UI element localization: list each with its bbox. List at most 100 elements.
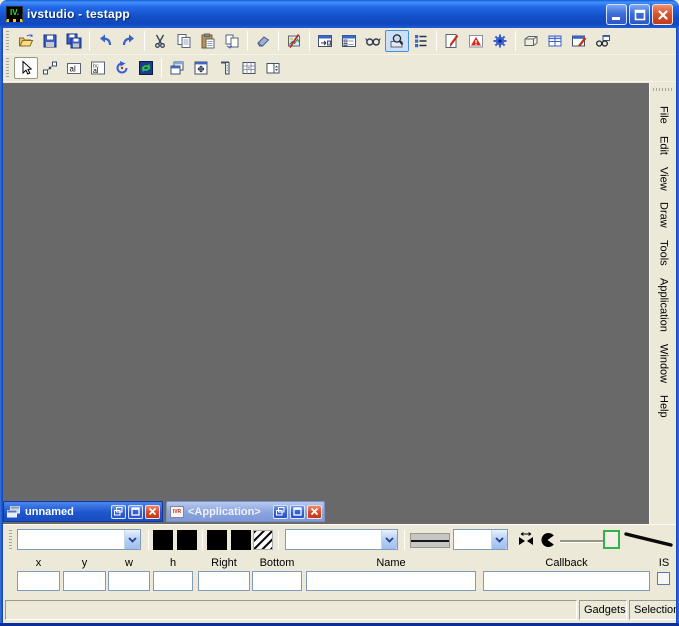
tree-view-button[interactable]: [409, 30, 433, 52]
table-panel-button[interactable]: [237, 57, 261, 79]
background-color-swatch[interactable]: [177, 530, 197, 550]
slider-track[interactable]: [560, 540, 608, 542]
combo-value: [286, 530, 381, 549]
paste-clipboard-icon: [200, 33, 216, 49]
test-image-button[interactable]: [282, 30, 306, 52]
titlebar[interactable]: IV. ivstudio - testapp: [0, 0, 679, 28]
grid-button[interactable]: [543, 30, 567, 52]
h-label: h: [153, 557, 193, 569]
settings-button[interactable]: [488, 30, 512, 52]
x-field[interactable]: [17, 571, 60, 591]
arc-pie-icon[interactable]: [539, 531, 557, 549]
column-panel-button[interactable]: [213, 57, 237, 79]
slider-thumb[interactable]: [603, 530, 620, 549]
duplicate-button[interactable]: [220, 30, 244, 52]
edit-dialog-button[interactable]: [567, 30, 591, 52]
save-all-button[interactable]: [62, 30, 86, 52]
open-button[interactable]: [14, 30, 38, 52]
separator: [148, 530, 149, 550]
y-field[interactable]: [63, 571, 106, 591]
menu-edit[interactable]: Edit: [658, 136, 669, 155]
minimize-button[interactable]: [606, 4, 627, 25]
menu-application[interactable]: Application: [658, 278, 669, 332]
container-button[interactable]: [519, 30, 543, 52]
foreground-color-swatch[interactable]: [153, 530, 173, 550]
split-panel-button[interactable]: [261, 57, 285, 79]
rotate-tool-button[interactable]: [110, 57, 134, 79]
maximize-button[interactable]: [128, 505, 143, 519]
line-width-preview[interactable]: [623, 529, 675, 551]
chevron-down-icon[interactable]: [491, 530, 507, 549]
attribute-panel: x y w h Right Bottom Name Callback IS: [3, 524, 676, 598]
design-canvas[interactable]: unnamed IVR <Application>: [3, 83, 649, 524]
separator: [436, 31, 437, 51]
app-icon: IV.: [6, 6, 23, 22]
restore-button[interactable]: [273, 505, 288, 519]
save-button[interactable]: [38, 30, 62, 52]
maximize-button[interactable]: [290, 505, 305, 519]
fill-color-swatch[interactable]: [207, 530, 227, 550]
error-log-icon: [468, 33, 484, 49]
bottom-field[interactable]: [252, 571, 302, 591]
border-color-swatch[interactable]: [231, 530, 251, 550]
menu-tools[interactable]: Tools: [658, 240, 669, 266]
arrow-marker-icon[interactable]: [517, 531, 535, 549]
cut-button[interactable]: [148, 30, 172, 52]
right-field[interactable]: [198, 571, 250, 591]
name-field[interactable]: [306, 571, 476, 591]
attribute-combo[interactable]: [17, 529, 141, 550]
menu-draw[interactable]: Draw: [658, 202, 669, 228]
is-checkbox[interactable]: [657, 572, 670, 585]
multi-label-tool-button[interactable]: bcal: [86, 57, 110, 79]
line-style-preview[interactable]: [410, 533, 450, 548]
combo-value: [454, 530, 491, 549]
refresh-tool-button[interactable]: [134, 57, 158, 79]
h-field[interactable]: [153, 571, 193, 591]
pattern-swatch[interactable]: [253, 530, 273, 550]
main-toolbar: [3, 28, 676, 55]
menu-help[interactable]: Help: [658, 395, 669, 418]
select-tool-button[interactable]: [14, 57, 38, 79]
menu-view[interactable]: View: [658, 167, 669, 191]
ivr-document-icon: IVR: [170, 506, 184, 518]
callback-field[interactable]: [483, 571, 650, 591]
close-button[interactable]: [307, 505, 322, 519]
close-button[interactable]: [145, 505, 160, 519]
svg-text:al: al: [70, 65, 76, 74]
close-button[interactable]: [652, 4, 673, 25]
inspect-button[interactable]: [385, 30, 409, 52]
chevron-down-icon[interactable]: [381, 530, 397, 549]
toolbar-grip[interactable]: [6, 58, 9, 78]
restore-button[interactable]: [111, 505, 126, 519]
undo-button[interactable]: [93, 30, 117, 52]
chevron-down-icon[interactable]: [124, 530, 140, 549]
font-combo[interactable]: [285, 529, 398, 550]
menu-file[interactable]: File: [658, 106, 669, 124]
fit-window-icon: [193, 60, 209, 76]
fit-window-button[interactable]: [189, 57, 213, 79]
edit-source-button[interactable]: [440, 30, 464, 52]
child-window-application[interactable]: IVR <Application>: [166, 501, 325, 522]
dialog-properties-button[interactable]: [337, 30, 361, 52]
error-log-button[interactable]: [464, 30, 488, 52]
panel-grip[interactable]: [9, 530, 12, 550]
find-button[interactable]: [361, 30, 385, 52]
toolbar-grip[interactable]: [6, 31, 9, 51]
dialog-preview-button[interactable]: [313, 30, 337, 52]
label-tool-button[interactable]: al: [62, 57, 86, 79]
menu-window[interactable]: Window: [658, 344, 669, 383]
menubar-grip[interactable]: [653, 88, 673, 91]
maximize-button[interactable]: [629, 4, 650, 25]
find-dialog-button[interactable]: [591, 30, 615, 52]
line-style-combo[interactable]: [453, 529, 508, 550]
redo-button[interactable]: [117, 30, 141, 52]
child-window-unnamed[interactable]: unnamed: [3, 501, 163, 522]
w-field[interactable]: [108, 571, 150, 591]
node-edit-tool-button[interactable]: [38, 57, 62, 79]
maximize-icon: [292, 506, 303, 517]
paste-button[interactable]: [196, 30, 220, 52]
copy-button[interactable]: [172, 30, 196, 52]
cascade-windows-button[interactable]: [165, 57, 189, 79]
erase-button[interactable]: [251, 30, 275, 52]
dialog-preview-icon: [317, 33, 333, 49]
